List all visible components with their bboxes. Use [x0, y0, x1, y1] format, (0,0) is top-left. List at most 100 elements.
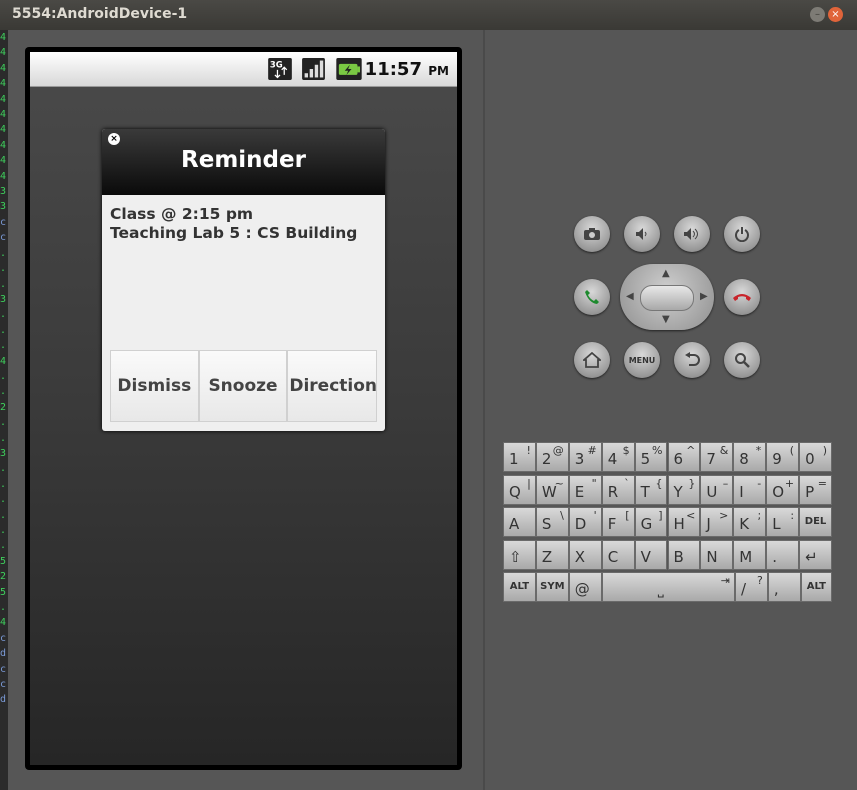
key-k2-9[interactable]: DEL: [799, 507, 832, 537]
end-call-button[interactable]: [724, 279, 760, 315]
dpad-left-icon[interactable]: ◀: [626, 291, 634, 302]
key-q[interactable]: Q |: [503, 474, 536, 505]
dpad[interactable]: ▲ ▼ ◀ ▶: [620, 264, 714, 330]
key-label: I: [739, 482, 744, 501]
key-u[interactable]: U –: [700, 474, 734, 505]
search-button[interactable]: [724, 342, 760, 378]
terminal-char: 4: [0, 109, 7, 121]
key-t[interactable]: T{: [634, 474, 668, 505]
key-alt-right[interactable]: ALT: [800, 572, 832, 602]
key-label: ⇧: [509, 547, 522, 566]
key-g[interactable]: G]: [634, 507, 668, 537]
key-k3-8[interactable]: .: [766, 539, 800, 570]
key-k3-0[interactable]: ⇧: [503, 539, 536, 570]
key-comma[interactable]: ,: [767, 572, 801, 602]
key-label: DEL: [804, 516, 827, 527]
key-sublabel: #: [587, 444, 597, 457]
dpad-right-icon[interactable]: ▶: [700, 291, 708, 302]
key-m[interactable]: M: [733, 539, 767, 570]
terminal-char: 2: [0, 571, 7, 583]
key-i[interactable]: I-: [733, 474, 767, 505]
key-label: @: [574, 580, 590, 598]
reminder-dialog: Reminder × Class @ 2:15 pm Teaching Lab …: [102, 129, 385, 431]
dpad-center-button[interactable]: [640, 285, 694, 311]
key-label: X: [574, 547, 586, 566]
key-v[interactable]: V: [634, 539, 668, 570]
clock-time: 11:57: [364, 59, 422, 80]
key-7[interactable]: 7 &: [700, 442, 734, 472]
key-label: 4: [607, 450, 618, 468]
device-screen[interactable]: 3G 11:57 PM Reminder × Class @ 2:15 pm T…: [30, 52, 457, 765]
key-9[interactable]: 9(: [766, 442, 800, 472]
key-sublabel: ): [822, 444, 827, 457]
key-at[interactable]: @: [568, 572, 602, 602]
key-label: 0: [805, 450, 815, 468]
key-z[interactable]: Z: [535, 539, 569, 570]
terminal-char: .: [0, 386, 7, 398]
key-8[interactable]: 8 *: [733, 442, 767, 472]
volume-down-button[interactable]: [624, 216, 660, 252]
home-button[interactable]: [574, 342, 610, 378]
key-n[interactable]: N: [700, 539, 734, 570]
key-e[interactable]: E ": [568, 474, 602, 505]
key-p[interactable]: P =: [799, 474, 832, 505]
key-sublabel: =: [817, 476, 827, 490]
call-button[interactable]: [574, 279, 610, 315]
terminal-char: .: [0, 494, 7, 506]
volume-up-button[interactable]: [674, 216, 710, 252]
key-3[interactable]: 3 #: [568, 442, 602, 472]
clock-ampm: PM: [428, 64, 449, 78]
key-k[interactable]: K;: [733, 507, 767, 537]
dialog-button-bar: Dismiss Snooze Directions: [110, 350, 378, 422]
key-x[interactable]: X: [568, 539, 602, 570]
key-o[interactable]: O +: [766, 474, 800, 505]
key-h[interactable]: H <: [667, 507, 701, 537]
key-k3-9[interactable]: ↵: [799, 539, 832, 570]
key-c[interactable]: C: [601, 539, 635, 570]
dpad-up-icon[interactable]: ▲: [662, 268, 670, 279]
camera-button[interactable]: [574, 216, 610, 252]
snooze-button[interactable]: Snooze: [198, 350, 288, 422]
terminal-char: 4: [0, 139, 7, 151]
key-sublabel: `: [624, 476, 630, 490]
key-j[interactable]: J >: [700, 507, 734, 537]
back-button[interactable]: [674, 342, 710, 378]
terminal-char: c: [0, 216, 7, 228]
key-2[interactable]: 2 @: [535, 442, 569, 472]
key-1[interactable]: 1!: [503, 442, 536, 472]
key-slash[interactable]: /?: [734, 572, 768, 602]
minimize-button[interactable]: –: [810, 7, 825, 22]
terminal-char: .: [0, 309, 7, 321]
key-sublabel: *: [755, 444, 762, 457]
camera-icon: [584, 228, 600, 240]
key-s[interactable]: S \: [535, 507, 569, 537]
key-label: 7: [706, 450, 716, 468]
key-r[interactable]: R `: [601, 474, 635, 505]
terminal-char: 4: [0, 124, 7, 136]
directions-button[interactable]: Directions: [287, 350, 378, 422]
close-button[interactable]: ×: [828, 7, 843, 22]
key-6[interactable]: 6 ^: [667, 442, 701, 472]
key-0[interactable]: 0): [799, 442, 832, 472]
key-l[interactable]: L:: [766, 507, 800, 537]
key-label: ↵: [805, 547, 818, 566]
dialog-close-icon[interactable]: ×: [108, 133, 120, 145]
key-4[interactable]: 4 $: [601, 442, 635, 472]
key-space[interactable]: ⎵ ⇥: [601, 572, 735, 602]
key-5[interactable]: 5%: [634, 442, 668, 472]
terminal-char: 4: [0, 78, 7, 90]
key-f[interactable]: F[: [601, 507, 635, 537]
power-button[interactable]: [724, 216, 760, 252]
dismiss-button[interactable]: Dismiss: [110, 350, 199, 422]
key-d[interactable]: D ': [568, 507, 602, 537]
key-alt[interactable]: ALT: [503, 572, 536, 602]
dpad-down-icon[interactable]: ▼: [662, 314, 670, 325]
key-a[interactable]: A: [503, 507, 536, 537]
key-sym[interactable]: SYM: [535, 572, 569, 602]
menu-button[interactable]: MENU: [624, 342, 660, 378]
key-label: ALT: [509, 581, 530, 592]
key-sublabel: +: [784, 476, 795, 490]
key-y[interactable]: Y}: [667, 474, 701, 505]
key-w[interactable]: W ~: [535, 474, 569, 505]
key-b[interactable]: B: [667, 539, 701, 570]
